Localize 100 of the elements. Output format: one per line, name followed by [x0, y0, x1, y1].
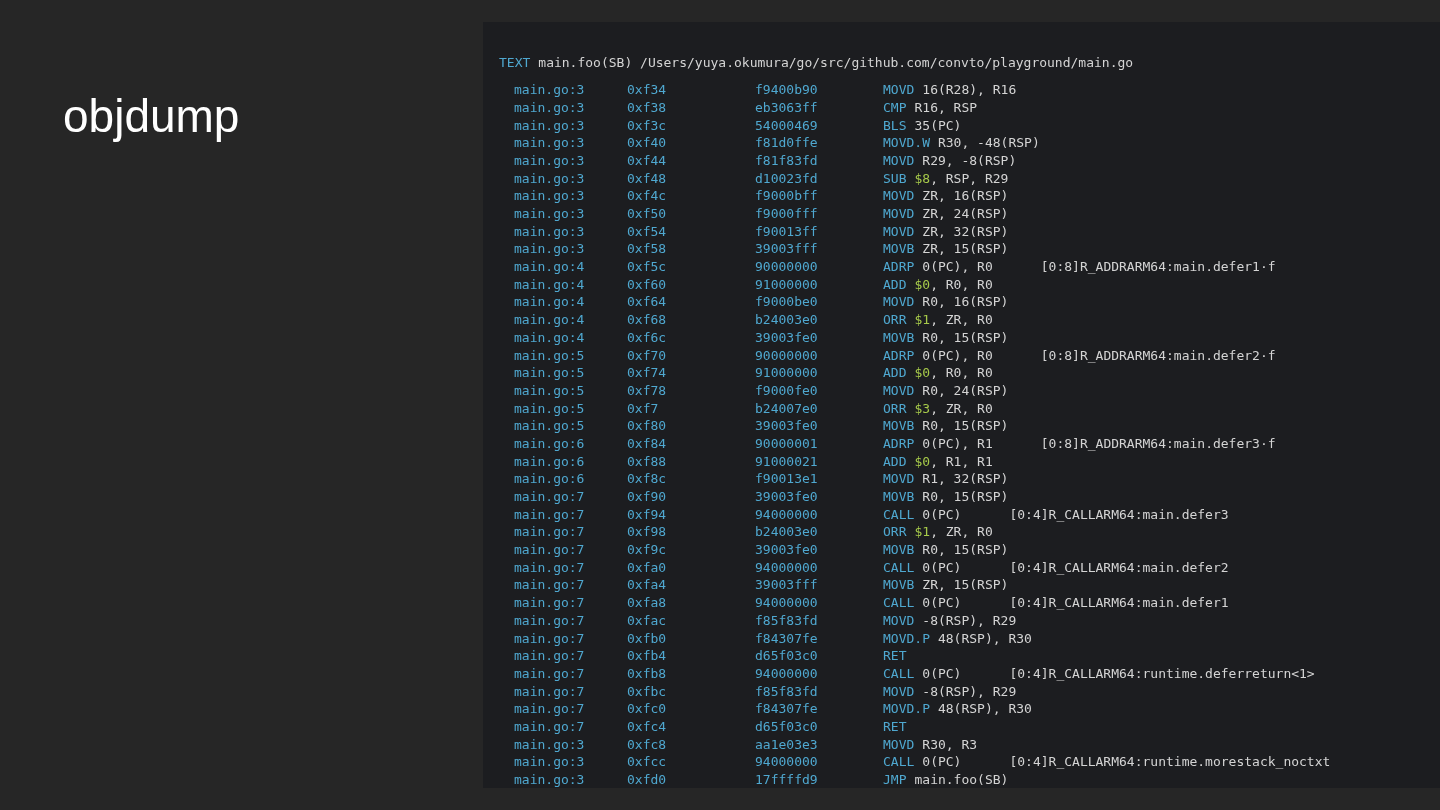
source-line: main.go:7	[514, 629, 586, 648]
mnemonic: SUB	[883, 169, 907, 188]
operands: R29, -8(RSP)	[922, 151, 1017, 170]
source-line: main.go:3	[514, 205, 586, 223]
operands: R30, R3	[922, 735, 978, 754]
address: 0xfa4	[627, 576, 668, 595]
operands: ZR, 15(RSP)	[922, 240, 1009, 259]
operands: $1, ZR, R0	[914, 523, 993, 542]
mnemonic: ADD	[883, 452, 907, 471]
operands: R0, 15(RSP)	[922, 328, 1009, 347]
operands: 0(PC)	[922, 558, 962, 577]
source-line: main.go:7	[514, 488, 586, 506]
operands: ZR, 15(RSP)	[922, 576, 1009, 595]
source-line: main.go:3	[514, 187, 586, 205]
mnemonic: CALL	[883, 558, 915, 577]
address: 0xf98	[627, 523, 668, 542]
mnemonic: MOVD.W	[883, 134, 930, 152]
address: 0xfa0	[627, 558, 668, 577]
machine-code: d10023fd	[755, 169, 819, 188]
mnemonic: MOVD	[883, 222, 915, 241]
machine-code: b24003e0	[755, 523, 819, 542]
machine-code: 39003fff	[755, 576, 819, 595]
source-line: main.go:3	[514, 169, 586, 188]
machine-code: 90000001	[755, 434, 819, 453]
mnemonic: ADRP	[883, 346, 915, 365]
source-line: main.go:7	[514, 576, 586, 595]
source-line: main.go:3	[514, 753, 586, 771]
address: 0xf40	[627, 134, 668, 152]
mnemonic: MOVD	[883, 470, 915, 488]
address: 0xf50	[627, 205, 668, 223]
source-line: main.go:7	[514, 541, 586, 559]
source-line: main.go:4	[514, 293, 586, 312]
source-line: main.go:7	[514, 717, 586, 736]
source-line: main.go:5	[514, 346, 586, 365]
address: 0xf84	[627, 434, 668, 453]
source-line: main.go:5	[514, 399, 586, 418]
section-keyword: TEXT	[499, 54, 531, 72]
source-line: main.go:6	[514, 434, 586, 453]
machine-code: f90013ff	[755, 222, 819, 241]
machine-code: 90000000	[755, 258, 819, 276]
operands: 0(PC)	[922, 505, 962, 524]
address: 0xfcc	[627, 753, 668, 771]
slide-title: objdump	[63, 89, 241, 144]
machine-code: 17ffffd9	[755, 771, 819, 789]
mnemonic: CALL	[883, 664, 915, 683]
relocation: [0:4]R_CALLARM64:main.defer1	[1009, 594, 1229, 612]
machine-code: f84307fe	[755, 629, 819, 648]
address: 0xfb0	[627, 629, 668, 648]
mnemonic: MOVD.P	[883, 629, 930, 648]
operands: 35(PC)	[914, 116, 962, 135]
source-line: main.go:4	[514, 258, 586, 276]
machine-code: f9000fe0	[755, 381, 819, 400]
relocation: [0:8]R_ADDRARM64:main.defer3·f	[1040, 434, 1276, 453]
address: 0xfb8	[627, 664, 668, 683]
mnemonic: RET	[883, 647, 907, 665]
machine-code: 39003fe0	[755, 488, 819, 506]
mnemonic: MOVB	[883, 541, 915, 559]
source-line: main.go:3	[514, 151, 586, 170]
operands: R1, 32(RSP)	[922, 470, 1009, 488]
operands: 48(RSP), R30	[937, 629, 1032, 648]
address: 0xf80	[627, 417, 668, 435]
mnemonic: MOVD.P	[883, 700, 930, 718]
machine-code: eb3063ff	[755, 98, 819, 117]
operands: R16, RSP	[914, 98, 978, 117]
operands: 0(PC)	[922, 664, 962, 683]
source-line: main.go:3	[514, 240, 586, 259]
relocation: [0:4]R_CALLARM64:runtime.deferreturn<1>	[1009, 664, 1315, 683]
machine-code: f84307fe	[755, 700, 819, 718]
mnemonic: ADRP	[883, 258, 915, 276]
mnemonic: JMP	[883, 771, 907, 789]
mnemonic: ADD	[883, 275, 907, 294]
operands: 16(R28), R16	[922, 81, 1017, 99]
relocation: [0:8]R_ADDRARM64:main.defer1·f	[1040, 258, 1276, 276]
operands: R0, 16(RSP)	[922, 293, 1009, 312]
mnemonic: MOVB	[883, 576, 915, 595]
operands: $1, ZR, R0	[914, 311, 993, 329]
source-line: main.go:3	[514, 116, 586, 135]
mnemonic: MOVD	[883, 151, 915, 170]
mnemonic: MOVB	[883, 328, 915, 347]
address: 0xfac	[627, 611, 668, 630]
mnemonic: MOVD	[883, 205, 915, 223]
address: 0xf78	[627, 381, 668, 400]
address: 0xf64	[627, 293, 668, 312]
mnemonic: ADD	[883, 364, 907, 382]
source-line: main.go:7	[514, 647, 586, 665]
machine-code: 94000000	[755, 505, 819, 524]
mnemonic: MOVD	[883, 735, 915, 754]
mnemonic: CMP	[883, 98, 907, 117]
machine-code: 91000000	[755, 364, 819, 382]
machine-code: f81d0ffe	[755, 134, 819, 152]
source-line: main.go:3	[514, 81, 586, 99]
mnemonic: CALL	[883, 505, 915, 524]
address: 0xf60	[627, 275, 668, 294]
machine-code: 94000000	[755, 558, 819, 577]
machine-code: 91000000	[755, 275, 819, 294]
address: 0xf58	[627, 240, 668, 259]
address: 0xf7	[627, 399, 660, 418]
address: 0xf44	[627, 151, 668, 170]
address: 0xf9c	[627, 541, 668, 559]
operands: R0, 15(RSP)	[922, 541, 1009, 559]
